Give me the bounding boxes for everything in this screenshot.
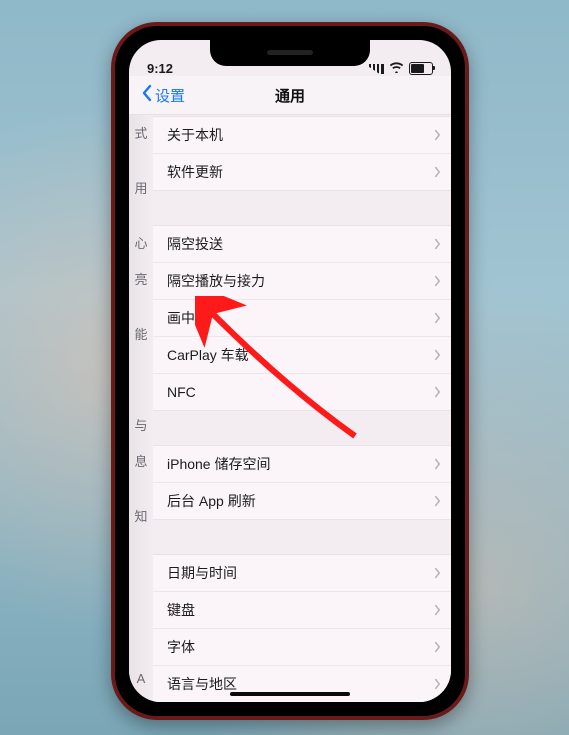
index-letter: 能: [129, 296, 153, 370]
chevron-right-icon: [434, 350, 441, 361]
wifi-icon: [389, 61, 404, 76]
settings-group: 日期与时间键盘字体语言与地区词典: [153, 554, 451, 702]
chevron-left-icon: [141, 84, 153, 106]
index-letter: 用: [129, 150, 153, 224]
chevron-right-icon: [434, 239, 441, 250]
row-carplay[interactable]: CarPlay 车载: [153, 336, 451, 373]
row-language-region[interactable]: 语言与地区: [153, 665, 451, 702]
row-fonts[interactable]: 字体: [153, 628, 451, 665]
row-label: 画中画: [167, 308, 209, 328]
row-nfc[interactable]: NFC: [153, 373, 451, 410]
chevron-right-icon: [434, 130, 441, 141]
chevron-right-icon: [434, 459, 441, 470]
row-background-app-refresh[interactable]: 后台 App 刷新: [153, 482, 451, 519]
index-letter: 亮: [129, 260, 153, 296]
row-airplay-handoff[interactable]: 隔空播放与接力: [153, 262, 451, 299]
row-label: 隔空投送: [167, 234, 223, 254]
row-label: 软件更新: [167, 162, 223, 182]
row-software-update[interactable]: 软件更新: [153, 153, 451, 190]
back-button[interactable]: 设置: [135, 76, 191, 114]
settings-group: 隔空投送隔空播放与接力画中画 CarPlay 车载 NFC: [153, 225, 451, 411]
chevron-right-icon: [434, 276, 441, 287]
status-time: 9:12: [147, 61, 173, 76]
index-letter: A: [129, 660, 153, 696]
index-letter: 与: [129, 406, 153, 442]
row-label: 后台 App 刷新: [167, 491, 256, 511]
back-label: 设置: [155, 85, 185, 106]
nav-bar: 设置 通用: [129, 76, 451, 115]
settings-body: 式用心亮能与息知 A 关于本机软件更新隔空投送隔空播放与接力画中画 CarPlay …: [129, 114, 451, 702]
home-indicator[interactable]: [230, 692, 350, 696]
phone-bezel: 9:12 设置 通用 式用心亮能: [115, 26, 465, 716]
row-label: 日期与时间: [167, 563, 237, 583]
row-label: CarPlay 车载: [167, 345, 249, 365]
chevron-right-icon: [434, 496, 441, 507]
chevron-right-icon: [434, 167, 441, 178]
index-letter: [129, 624, 153, 660]
chevron-right-icon: [434, 568, 441, 579]
settings-group: iPhone 储存空间后台 App 刷新: [153, 445, 451, 520]
page-title: 通用: [275, 85, 305, 106]
row-airdrop[interactable]: 隔空投送: [153, 226, 451, 262]
settings-content[interactable]: 关于本机软件更新隔空投送隔空播放与接力画中画 CarPlay 车载 NFC iPhon…: [153, 114, 451, 702]
index-letter: [129, 588, 153, 624]
row-label: 字体: [167, 637, 195, 657]
row-label: 隔空播放与接力: [167, 271, 265, 291]
row-keyboard[interactable]: 键盘: [153, 591, 451, 628]
chevron-right-icon: [434, 313, 441, 324]
row-picture-in-picture[interactable]: 画中画: [153, 299, 451, 336]
row-label: iPhone 储存空间: [167, 454, 270, 474]
phone-frame: 9:12 设置 通用 式用心亮能: [111, 22, 469, 720]
index-letter: [129, 552, 153, 588]
left-index-strip: 式用心亮能与息知 A: [129, 114, 153, 702]
row-label: 语言与地区: [167, 674, 237, 694]
row-about[interactable]: 关于本机: [153, 117, 451, 153]
index-letter: 心: [129, 224, 153, 260]
index-letter: 知: [129, 478, 153, 552]
screen: 9:12 设置 通用 式用心亮能: [129, 40, 451, 702]
chevron-right-icon: [434, 387, 441, 398]
index-letter: [129, 370, 153, 406]
row-date-time[interactable]: 日期与时间: [153, 555, 451, 591]
settings-group: 关于本机软件更新: [153, 116, 451, 191]
notch: [210, 40, 370, 66]
battery-icon: [409, 62, 433, 75]
chevron-right-icon: [434, 605, 441, 616]
index-letter: 式: [129, 114, 153, 150]
chevron-right-icon: [434, 679, 441, 690]
cellular-signal-icon: [369, 64, 384, 74]
row-label: 关于本机: [167, 125, 223, 145]
row-label: 键盘: [167, 600, 195, 620]
chevron-right-icon: [434, 642, 441, 653]
row-label: NFC: [167, 384, 196, 400]
index-letter: 息: [129, 442, 153, 478]
row-iphone-storage[interactable]: iPhone 储存空间: [153, 446, 451, 482]
